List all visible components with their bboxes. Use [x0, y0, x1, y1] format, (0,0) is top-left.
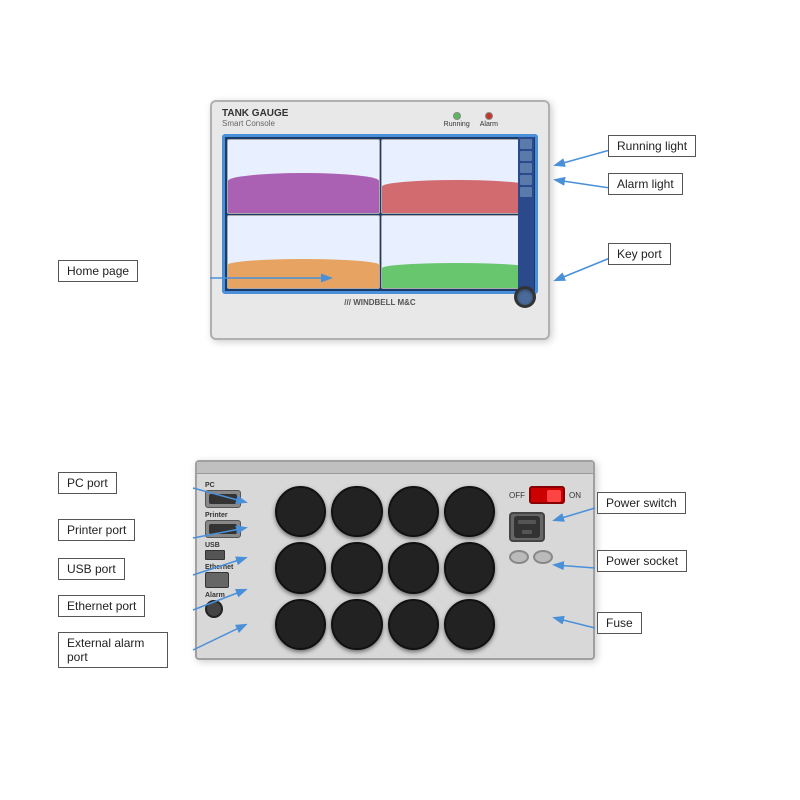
- brand-label: /// WINDBELL M&C: [212, 298, 548, 307]
- sidebar-btn-3: [520, 163, 532, 173]
- tank-cell-2: [381, 139, 534, 214]
- back-panel-top-strip: [197, 462, 593, 474]
- ethernet-rj45-connector: [205, 572, 229, 588]
- power-section: OFF ON: [505, 482, 585, 650]
- pc-db9-connector: [205, 490, 241, 508]
- usb-port-label: USB: [205, 542, 265, 549]
- power-socket-label-box: Power socket: [597, 550, 687, 572]
- alarm-light-group: Alarm: [480, 112, 498, 128]
- round-button-7[interactable]: [388, 542, 439, 593]
- pc-port-label: PC: [205, 482, 265, 489]
- fuse-cap-2: [533, 550, 553, 564]
- pc-port-label-box: PC port: [58, 472, 117, 494]
- running-light-label: Running: [444, 121, 470, 128]
- round-button-3[interactable]: [388, 486, 439, 537]
- alarm-light-dot: [485, 112, 493, 120]
- usb-port-label-box: USB port: [58, 558, 125, 580]
- switch-on-label: ON: [569, 491, 581, 500]
- printer-port-item: Printer: [205, 512, 265, 538]
- screen-inner: [225, 137, 535, 291]
- iec-power-socket: [509, 512, 545, 542]
- iec-socket-inner: [514, 516, 540, 538]
- rocker-power-switch[interactable]: [529, 486, 565, 504]
- tank-cell-4: [381, 215, 534, 290]
- round-button-4[interactable]: [444, 486, 495, 537]
- printer-port-label-box: Printer port: [58, 519, 135, 541]
- fuse-area: [509, 550, 581, 564]
- back-panel: PC Printer USB Ethernet Alarm: [195, 460, 595, 660]
- round-button-9[interactable]: [275, 599, 326, 650]
- round-button-1[interactable]: [275, 486, 326, 537]
- pc-port-item: PC: [205, 482, 265, 508]
- bottom-section: PC Printer USB Ethernet Alarm: [0, 420, 800, 790]
- round-button-8[interactable]: [444, 542, 495, 593]
- screen-sidebar: [518, 137, 534, 291]
- external-alarm-port-label-box: External alarm port: [58, 632, 168, 668]
- back-panel-body: PC Printer USB Ethernet Alarm: [197, 474, 593, 658]
- buttons-grid: [271, 482, 499, 650]
- printer-db9-connector: [205, 520, 241, 538]
- tank-cell-3: [227, 215, 380, 290]
- alarm-light-label-box: Alarm light: [608, 173, 683, 195]
- key-port-label-box: Key port: [608, 243, 671, 265]
- round-button-12[interactable]: [444, 599, 495, 650]
- display-screen: [222, 134, 538, 294]
- usb-port-item: USB: [205, 542, 265, 560]
- key-port-socket[interactable]: [514, 286, 536, 308]
- usb-connector: [205, 550, 225, 560]
- sidebar-btn-5: [520, 187, 532, 197]
- running-light-label-box: Running light: [608, 135, 696, 157]
- ethernet-port-label: Ethernet: [205, 564, 265, 571]
- printer-port-label: Printer: [205, 512, 265, 519]
- top-section: TANK GAUGE Smart Console Running Alarm: [0, 40, 800, 400]
- ethernet-port-item: Ethernet: [205, 564, 265, 588]
- round-button-6[interactable]: [331, 542, 382, 593]
- home-page-label-box: Home page: [58, 260, 138, 282]
- alarm-light-label: Alarm: [480, 121, 498, 128]
- round-button-5[interactable]: [275, 542, 326, 593]
- alarm-port-item: Alarm: [205, 592, 265, 618]
- fuse-cap-1: [509, 550, 529, 564]
- alarm-circular-connector: [205, 600, 223, 618]
- tank-gauge-console: TANK GAUGE Smart Console Running Alarm: [210, 100, 550, 340]
- console-lights: Running Alarm: [444, 112, 498, 128]
- switch-off-label: OFF: [509, 491, 525, 500]
- round-button-10[interactable]: [331, 599, 382, 650]
- sidebar-btn-2: [520, 151, 532, 161]
- running-light-group: Running: [444, 112, 470, 128]
- power-switch-label-box: Power switch: [597, 492, 686, 514]
- sidebar-btn-4: [520, 175, 532, 185]
- fuse-label-box: Fuse: [597, 612, 642, 634]
- running-light-dot: [453, 112, 461, 120]
- power-switch-row: OFF ON: [509, 486, 581, 504]
- alarm-connector-label: Alarm: [205, 592, 265, 599]
- ethernet-port-label-box: Ethernet port: [58, 595, 145, 617]
- port-column: PC Printer USB Ethernet Alarm: [205, 482, 265, 650]
- tank-cell-1: [227, 139, 380, 214]
- round-button-2[interactable]: [331, 486, 382, 537]
- round-button-11[interactable]: [388, 599, 439, 650]
- sidebar-btn-1: [520, 139, 532, 149]
